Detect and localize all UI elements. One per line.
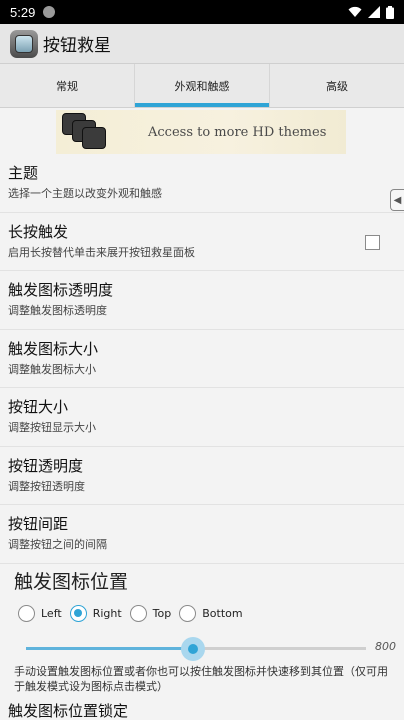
position-slider[interactable]: 800 xyxy=(0,632,404,662)
setting-title: 按钮间距 xyxy=(8,515,69,533)
slider-track[interactable] xyxy=(26,637,366,661)
setting-trigger-icon-opacity[interactable]: 触发图标透明度 调整触发图标透明度 xyxy=(0,271,404,330)
setting-subtitle: 启用长按替代单击来展开按钮救星面板 xyxy=(8,245,195,259)
setting-subtitle: 调整按钮显示大小 xyxy=(8,421,96,434)
setting-title: 触发图标透明度 xyxy=(8,281,114,299)
radio-option-top[interactable]: Top xyxy=(129,604,172,622)
radio-label: Top xyxy=(152,606,172,620)
settings-list: 主题 选择一个主题以改变外观和触感 长按触发 启用长按替代单击来展开按钮救星面板… xyxy=(0,154,404,564)
battery-icon xyxy=(386,5,394,19)
wifi-icon xyxy=(348,6,362,17)
setting-subtitle: 调整按钮之间的间隔 xyxy=(8,538,107,551)
radio-button[interactable] xyxy=(179,604,197,622)
setting-subtitle: 选择一个主题以改变外观和触感 xyxy=(8,187,162,200)
setting-subtitle: 调整触发图标大小 xyxy=(8,362,96,376)
setting-long-press[interactable]: 长按触发 启用长按替代单击来展开按钮救星面板 xyxy=(0,213,404,271)
radio-option-left[interactable]: Left xyxy=(18,604,62,622)
radio-label: Left xyxy=(41,606,62,620)
setting-title: 触发图标大小 xyxy=(8,339,99,358)
radio-option-bottom[interactable]: Bottom xyxy=(179,604,243,622)
long-press-checkbox[interactable] xyxy=(365,234,380,250)
setting-trigger-icon-size[interactable]: 触发图标大小 调整触发图标大小 xyxy=(0,330,404,388)
setting-button-opacity[interactable]: 按钮透明度 调整按钮透明度 xyxy=(0,447,404,505)
setting-theme[interactable]: 主题 选择一个主题以改变外观和触感 xyxy=(0,154,404,213)
radio-button[interactable] xyxy=(18,604,35,622)
themes-ad-banner[interactable]: Access to more HD themes xyxy=(56,110,346,154)
floating-trigger-handle[interactable]: ◀ xyxy=(390,189,404,211)
tab-appearance[interactable]: 外观和触感 xyxy=(135,64,270,107)
slider-thumb[interactable] xyxy=(180,637,205,661)
position-description: 手动设置触发图标位置或者你也可以按住触发图标并快速移到其位置（仅可用于触发模式设… xyxy=(14,665,388,693)
radio-label: Right xyxy=(92,606,122,620)
status-bar: 5:29 xyxy=(0,0,404,24)
setting-title: 按钮透明度 xyxy=(8,456,84,475)
banner-text: Access to more HD themes xyxy=(148,124,327,140)
setting-subtitle: 调整按钮透明度 xyxy=(8,479,85,493)
tab-advanced[interactable]: 高级 xyxy=(270,64,404,107)
section-title: 触发图标位置 xyxy=(14,571,129,593)
radio-button[interactable] xyxy=(69,604,87,622)
cellular-signal-icon xyxy=(368,6,380,18)
app-logo-icon xyxy=(10,29,38,58)
tab-general[interactable]: 常规 xyxy=(0,64,135,107)
app-bar: 按钮救星 xyxy=(0,24,404,64)
setting-title: 主题 xyxy=(8,164,39,182)
setting-subtitle: 调整触发图标透明度 xyxy=(8,304,107,317)
status-time: 5:29 xyxy=(10,4,36,20)
position-radio-group: Left Right Top Bottom xyxy=(0,601,404,625)
chevron-left-icon: ◀ xyxy=(393,194,402,206)
app-title: 按钮救星 xyxy=(43,36,111,56)
radio-option-right[interactable]: Right xyxy=(69,604,122,622)
setting-title-partial[interactable]: 触发图标位置锁定 xyxy=(0,700,404,720)
notification-icon xyxy=(43,6,56,18)
radio-label: Bottom xyxy=(202,606,243,620)
trigger-position-section: 触发图标位置 Left Right Top Bottom 800 手动设置触发图… xyxy=(0,564,404,720)
tab-bar: 常规 外观和触感 高级 xyxy=(0,64,404,108)
slider-value: 800 xyxy=(375,640,396,653)
setting-title: 长按触发 xyxy=(8,222,69,241)
slider-fill xyxy=(26,647,193,650)
radio-button[interactable] xyxy=(129,604,147,622)
setting-title: 按钮大小 xyxy=(8,398,69,416)
setting-button-spacing[interactable]: 按钮间距 调整按钮之间的间隔 xyxy=(0,505,404,564)
themes-icon xyxy=(60,110,110,154)
setting-button-size[interactable]: 按钮大小 调整按钮显示大小 xyxy=(0,388,404,447)
